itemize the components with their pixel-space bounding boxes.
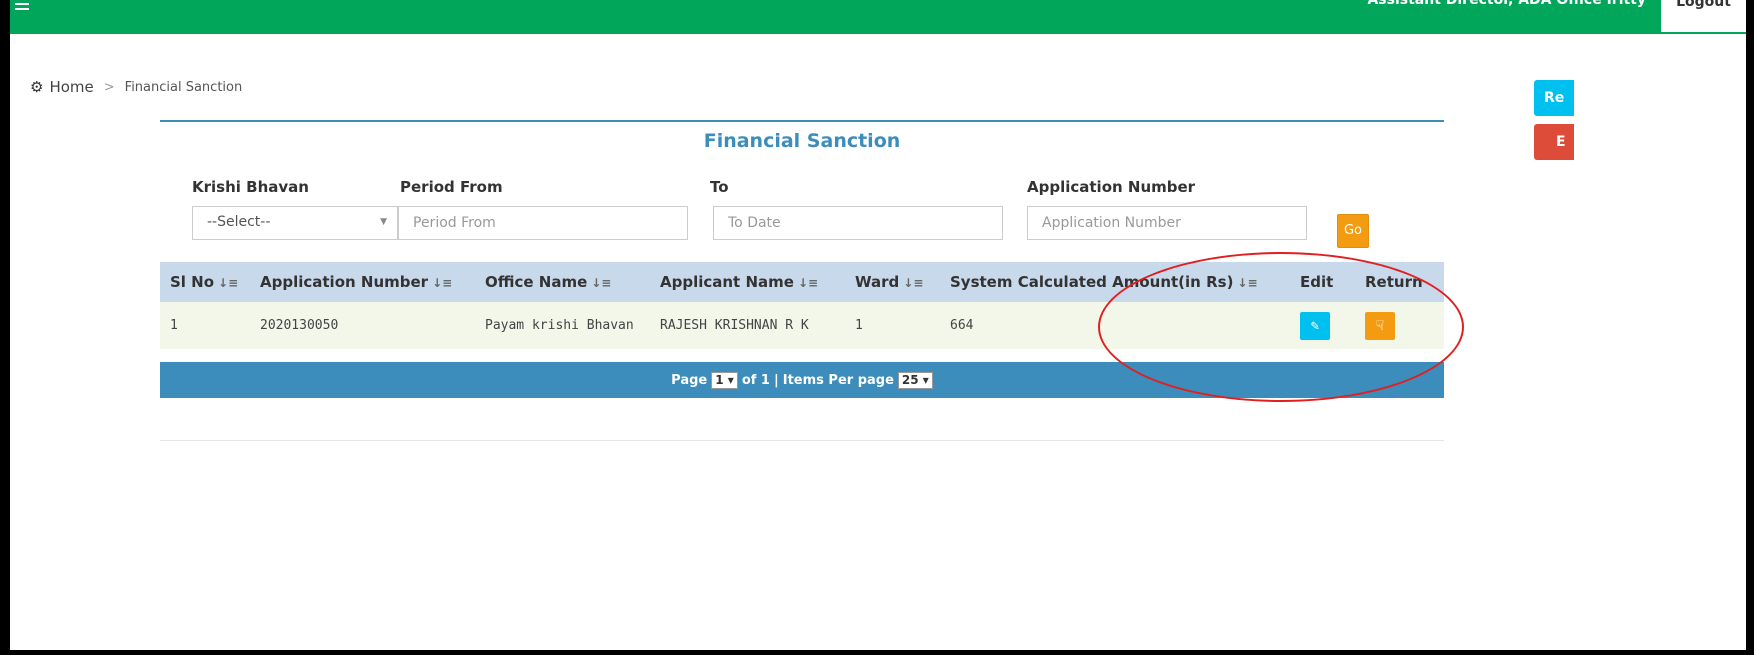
side-red-button[interactable]: E (1534, 124, 1574, 160)
pagination-bar: Page 1 ▾ of 1 | Items Per page 25 ▾ (160, 362, 1444, 398)
cell-ward: 1 (845, 302, 940, 349)
page-title: Financial Sanction (703, 130, 901, 152)
items-per-page-select[interactable]: 25 ▾ (897, 371, 933, 389)
table-row: 1 2020130050 Payam krishi Bhavan RAJESH … (160, 302, 1444, 349)
sort-icon: ↓≡ (903, 276, 924, 290)
cell-return: ☟ (1355, 302, 1444, 349)
sort-icon: ↓≡ (1237, 276, 1258, 290)
table-header-row: Sl No ↓≡ Application Number ↓≡ Office Name… (160, 262, 1444, 302)
pager-separator: | (773, 372, 779, 388)
cell-amount: 664 (940, 302, 1290, 349)
edit-icon: ✎ (1310, 317, 1320, 334)
page-label: Page (671, 372, 708, 388)
sort-icon: ↓≡ (432, 276, 453, 290)
sanction-table: Sl No ↓≡ Application Number ↓≡ Office Name… (160, 262, 1444, 349)
cell-application-number: 2020130050 (250, 302, 475, 349)
breadcrumb-current: Financial Sanction (124, 79, 243, 95)
period-from-input[interactable]: Period From (398, 206, 688, 240)
user-designation: Assistant Director, ADA Office Iritty (1367, 0, 1646, 8)
column-header-applicant-name[interactable]: Applicant Name ↓≡ (650, 262, 845, 302)
cell-edit: ✎ (1290, 302, 1355, 349)
sort-icon: ↓≡ (218, 276, 239, 290)
krishi-bhavan-selected-value: --Select-- (207, 214, 271, 230)
breadcrumb-home-link[interactable]: Home (49, 78, 93, 96)
cell-office-name: Payam krishi Bhavan (475, 302, 650, 349)
top-navbar: Assistant Director, ADA Office Iritty Lo… (10, 0, 1746, 34)
sort-icon: ↓≡ (591, 276, 612, 290)
page-count: of 1 (741, 372, 770, 388)
column-header-return: Return (1355, 262, 1444, 302)
krishi-bhavan-select[interactable]: --Select-- ▼ (192, 206, 398, 240)
column-header-sl-no[interactable]: Sl No ↓≡ (160, 262, 250, 302)
page-select[interactable]: 1 ▾ (711, 371, 738, 389)
column-header-application-number[interactable]: Application Number ↓≡ (250, 262, 475, 302)
cell-sl-no: 1 (160, 302, 250, 349)
breadcrumb: ⚙ Home > Financial Sanction (30, 78, 242, 96)
return-button[interactable]: ☟ (1365, 311, 1395, 340)
browser-frame: Assistant Director, ADA Office Iritty Lo… (10, 0, 1746, 650)
column-header-amount[interactable]: System Calculated Amount(in Rs) ↓≡ (940, 262, 1290, 302)
to-label: To (710, 178, 729, 196)
krishi-bhavan-label: Krishi Bhavan (192, 178, 309, 196)
cell-applicant-name: RAJESH KRISHNAN R K (650, 302, 845, 349)
dropdown-arrow-icon: ▼ (380, 217, 387, 227)
application-number-input[interactable]: Application Number (1027, 206, 1307, 240)
logout-button[interactable]: Logout (1661, 0, 1746, 32)
to-date-input[interactable]: To Date (713, 206, 1003, 240)
panel-divider (160, 440, 1444, 441)
sort-icon: ↓≡ (797, 276, 819, 290)
side-blue-button[interactable]: Re (1534, 80, 1574, 116)
dashboard-icon: ⚙ (30, 78, 44, 96)
application-number-label: Application Number (1027, 178, 1196, 196)
hamburger-menu-icon[interactable] (10, 0, 40, 14)
edit-button[interactable]: ✎ (1300, 311, 1330, 340)
financial-sanction-panel: Financial Sanction Krishi Bhavan Period … (160, 120, 1444, 444)
go-button[interactable]: Go (1337, 214, 1369, 248)
thumbs-down-icon: ☟ (1375, 317, 1385, 334)
column-header-office-name[interactable]: Office Name ↓≡ (475, 262, 650, 302)
column-header-ward[interactable]: Ward ↓≡ (845, 262, 940, 302)
breadcrumb-separator: > (103, 79, 115, 95)
items-per-page-label: Items Per page (782, 372, 894, 388)
column-header-edit: Edit (1290, 262, 1355, 302)
period-from-label: Period From (400, 178, 503, 196)
